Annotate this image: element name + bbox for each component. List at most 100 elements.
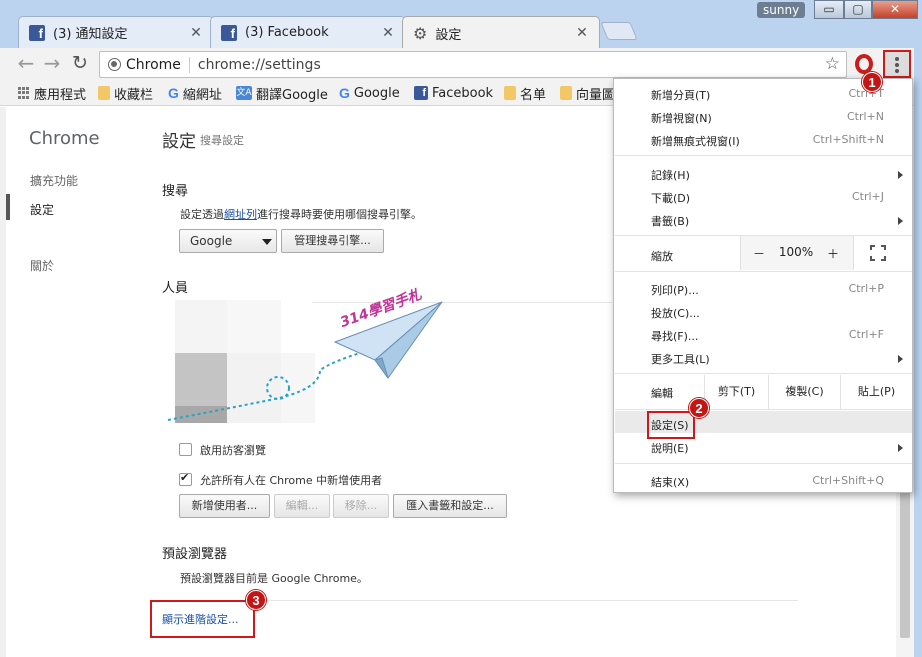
manage-search-engines-button[interactable]: 管理搜尋引擎...: [281, 229, 384, 253]
gear-icon: ⚙: [413, 23, 428, 43]
shortcut-label: Ctrl+Shift+N: [812, 133, 884, 146]
extension-icon[interactable]: [855, 54, 873, 74]
guest-browsing-label: 啟用訪客瀏覽: [200, 444, 266, 457]
bookmark-folder[interactable]: 收藏栏: [98, 84, 153, 103]
sidebar-item-extensions[interactable]: 擴充功能: [30, 172, 78, 189]
show-advanced-settings-link[interactable]: 顯示進階設定...: [162, 611, 239, 627]
edit-user-button[interactable]: 編輯...: [274, 494, 330, 518]
paper-plane-watermark: [167, 301, 443, 421]
menu-item-cast[interactable]: 投放(C)...: [651, 305, 700, 321]
sidebar-item-about[interactable]: 關於: [30, 257, 54, 274]
step-badge-3: 3: [246, 590, 266, 610]
window-close-button[interactable]: ✕: [872, 0, 918, 19]
close-icon[interactable]: ✕: [189, 25, 203, 41]
folder-icon: [504, 86, 516, 100]
url-text[interactable]: chrome://settings: [198, 57, 321, 73]
guest-browsing-checkbox[interactable]: [179, 443, 192, 456]
facebook-icon: f: [221, 24, 237, 41]
site-info-icon[interactable]: [108, 58, 121, 71]
apps-icon: [18, 87, 30, 99]
page-title: 設定: [162, 132, 196, 152]
add-user-button[interactable]: 新增使用者...: [179, 494, 270, 518]
default-browser-heading: 預設瀏覽器: [162, 547, 228, 562]
google-icon: G: [168, 85, 179, 101]
bookmark-google[interactable]: G Google: [339, 84, 400, 102]
shortcut-label: Ctrl+F: [848, 328, 884, 341]
minimize-button[interactable]: ▭: [814, 0, 844, 19]
menu-item-history[interactable]: 記錄(H): [651, 167, 690, 183]
allow-add-users-label: 允許所有人在 Chrome 中新增使用者: [200, 474, 383, 487]
step-badge-2: 2: [689, 398, 709, 418]
dot-icon: [895, 57, 899, 61]
tab-facebook[interactable]: f (3) Facebook ✕: [210, 16, 406, 48]
paste-button[interactable]: 貼上(P): [840, 375, 912, 409]
menu-button[interactable]: [883, 50, 911, 78]
tab-label: (3) Facebook: [245, 25, 329, 40]
close-icon[interactable]: ✕: [575, 25, 589, 41]
menu-item-print[interactable]: 列印(P)...: [651, 282, 699, 298]
edit-label: 編輯: [651, 387, 673, 400]
window-frame-right: [914, 48, 922, 657]
shortcut-label: Ctrl+P: [848, 282, 884, 295]
forward-button[interactable]: →: [40, 52, 64, 76]
bookmark-folder[interactable]: 向量圖: [560, 84, 615, 103]
menu-item-find[interactable]: 尋找(F)...: [651, 328, 698, 344]
address-bar[interactable]: Chrome chrome://settings ☆: [99, 51, 847, 78]
zoom-out-button[interactable]: －: [750, 245, 768, 262]
menu-item-new-tab[interactable]: 新增分頁(T): [651, 87, 710, 103]
folder-icon: [560, 86, 572, 100]
shortcut-label: Ctrl+Shift+Q: [812, 474, 884, 487]
bookmark-shortener[interactable]: G 縮網址: [168, 84, 222, 103]
search-section-heading: 搜尋: [162, 184, 189, 199]
highlight-box-settings: [647, 411, 695, 439]
copy-button[interactable]: 複製(C): [768, 375, 840, 409]
menu-separator: [615, 271, 912, 272]
step-badge-1: 1: [862, 72, 882, 92]
close-icon[interactable]: ✕: [381, 25, 395, 41]
back-button[interactable]: ←: [14, 52, 38, 76]
bookmark-facebook[interactable]: f Facebook: [414, 84, 493, 102]
menu-separator: [615, 155, 912, 156]
people-section-heading: 人員: [162, 281, 189, 296]
facebook-icon: f: [414, 86, 428, 100]
bookmark-folder[interactable]: 名单: [504, 84, 546, 103]
star-icon[interactable]: ☆: [825, 54, 840, 74]
allow-add-users-checkbox[interactable]: [179, 471, 192, 486]
bookmark-translate[interactable]: 文A 翻譯Google: [236, 84, 328, 103]
cut-button[interactable]: 剪下(T): [704, 375, 768, 409]
facebook-icon: f: [29, 24, 45, 41]
reload-button[interactable]: ↻: [68, 52, 92, 76]
import-bookmarks-button[interactable]: 匯入書籤和設定...: [393, 494, 507, 518]
search-engine-select[interactable]: Google: [179, 229, 277, 253]
bookmark-apps[interactable]: 應用程式: [18, 84, 86, 103]
remove-user-button[interactable]: 移除...: [333, 494, 389, 518]
menu-item-downloads[interactable]: 下載(D): [651, 190, 690, 206]
folder-icon: [98, 86, 110, 100]
menu-item-help[interactable]: 說明(E): [651, 440, 689, 456]
search-settings-input[interactable]: [200, 130, 308, 152]
zoom-in-button[interactable]: ＋: [824, 245, 842, 262]
site-chip: Chrome: [126, 56, 190, 73]
tab-label: (3) 通知設定: [53, 27, 128, 42]
menu-item-more-tools[interactable]: 更多工具(L): [651, 351, 710, 367]
translate-icon: 文A: [236, 86, 252, 100]
profile-badge[interactable]: sunny: [757, 2, 806, 18]
omnibox-link[interactable]: 網址列: [224, 208, 257, 221]
tab-settings[interactable]: ⚙ 設定 ✕: [402, 16, 600, 49]
maximize-button[interactable]: ▢: [844, 0, 872, 19]
menu-item-incognito[interactable]: 新增無痕式視窗(I): [651, 133, 740, 149]
menu-separator: [615, 373, 912, 374]
dot-icon: [895, 69, 899, 73]
menu-item-new-window[interactable]: 新增視窗(N): [651, 110, 712, 126]
sidebar-selection-marker: [6, 194, 10, 220]
menu-separator: [615, 409, 912, 410]
tab-notification-settings[interactable]: f (3) 通知設定 ✕: [18, 16, 214, 48]
dot-icon: [895, 63, 899, 67]
google-icon: G: [339, 85, 350, 101]
sidebar-item-settings[interactable]: 設定: [30, 201, 54, 218]
fullscreen-icon[interactable]: [870, 245, 886, 261]
menu-item-exit[interactable]: 結束(X): [651, 474, 689, 490]
menu-item-bookmarks[interactable]: 書籤(B): [651, 213, 689, 229]
submenu-arrow-icon: [898, 217, 903, 225]
search-section-description: 設定透過網址列進行搜尋時要使用哪個搜尋引擎。: [180, 208, 422, 221]
